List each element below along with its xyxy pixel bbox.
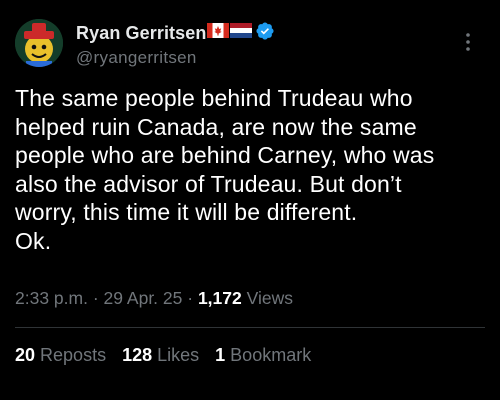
- tweet-text-line: people who are behind Carney, who was: [15, 142, 435, 168]
- tweet-time[interactable]: 2:33 p.m.: [15, 288, 88, 308]
- views-count: 1,172: [197, 288, 242, 308]
- canada-flag-icon: [207, 23, 230, 43]
- tweet-card: Ryan Gerritsen @ryangerritsen The same p…: [0, 0, 500, 400]
- more-options-icon[interactable]: [458, 32, 478, 52]
- author-block: Ryan Gerritsen @ryangerritsen: [76, 21, 275, 68]
- reposts-count: 20: [15, 345, 36, 365]
- display-name[interactable]: Ryan Gerritsen: [76, 23, 206, 44]
- tweet-date[interactable]: 29 Apr. 25: [104, 288, 183, 308]
- tweet-text-line: helped ruin Canada, are now the same: [15, 113, 417, 140]
- tweet-text-line: Ok.: [15, 227, 52, 254]
- avatar[interactable]: [15, 19, 63, 67]
- netherlands-flag-icon: [230, 23, 253, 43]
- tweet-text: The same people behind Trudeau who helpe…: [15, 84, 491, 255]
- meta-separator: ·: [187, 288, 198, 308]
- tweet-text-line: The same people behind Trudeau who: [15, 85, 413, 111]
- reposts-label: Reposts: [40, 345, 107, 365]
- likes-count: 128: [122, 345, 153, 365]
- reposts-stat[interactable]: 20 Reposts: [15, 345, 106, 366]
- verified-badge-icon[interactable]: [255, 21, 275, 46]
- likes-label: Likes: [157, 345, 200, 365]
- engagement-stats: 20 Reposts 128 Likes 1 Bookmark: [15, 345, 327, 366]
- author-name-row: Ryan Gerritsen: [76, 21, 275, 46]
- tweet-text-line: worry, this time it will be different.: [15, 199, 358, 225]
- author-handle[interactable]: @ryangerritsen: [76, 48, 275, 68]
- tweet-meta: 2:33 p.m. · 29 Apr. 25 · 1,172 Views: [15, 288, 293, 309]
- tweet-text-line: also the advisor of Trudeau. But don’t: [15, 170, 402, 197]
- views-label: Views: [246, 288, 293, 308]
- bookmarks-label: Bookmark: [230, 345, 312, 365]
- bookmarks-count: 1: [215, 345, 226, 365]
- meta-separator: ·: [92, 288, 104, 308]
- bookmarks-stat[interactable]: 1 Bookmark: [215, 345, 311, 366]
- divider: [15, 327, 485, 328]
- likes-stat[interactable]: 128 Likes: [122, 345, 199, 366]
